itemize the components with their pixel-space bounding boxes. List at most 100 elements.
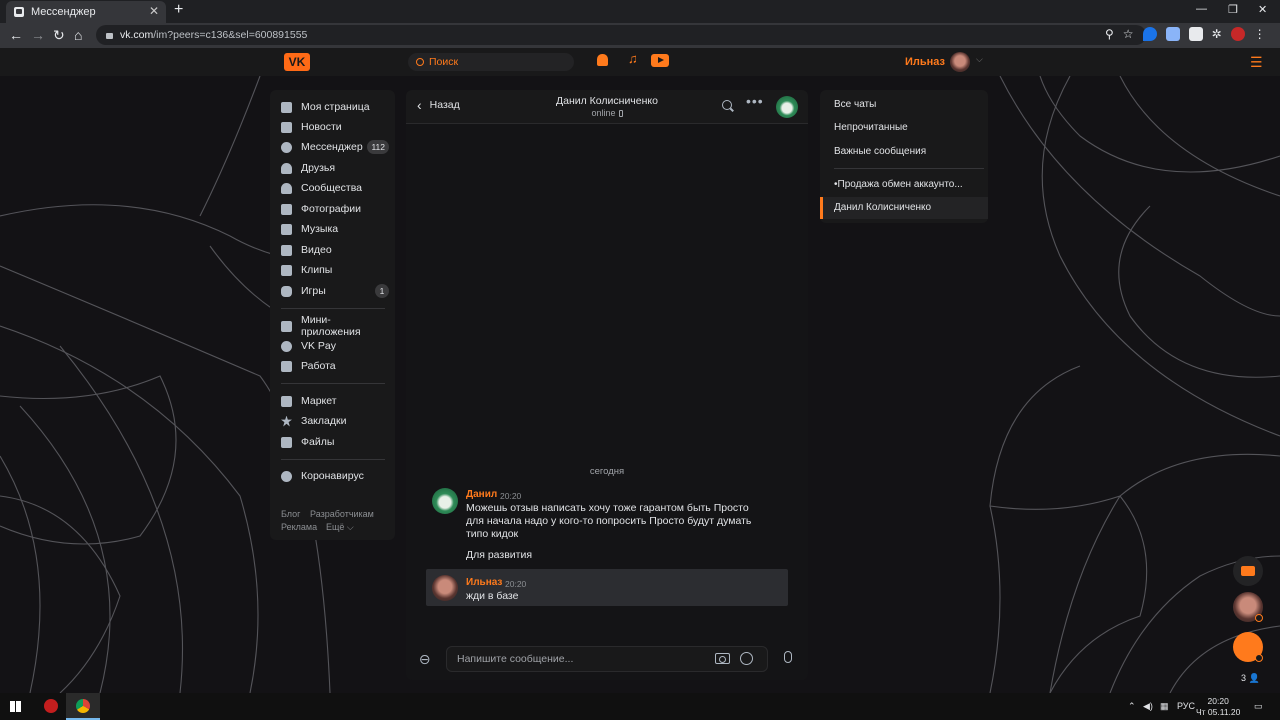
- emoji-icon[interactable]: [740, 652, 753, 665]
- chevron-down-icon[interactable]: ⌵: [976, 54, 983, 65]
- close-window-button[interactable]: ✕: [1258, 3, 1267, 16]
- heart-extension-icon[interactable]: [1142, 27, 1157, 41]
- message-author-avatar[interactable]: [432, 575, 458, 601]
- footer-link-more[interactable]: Ещё ⌵: [326, 522, 354, 533]
- chat-panel: ‹ Назад Данил Колисниченко online ••• се…: [406, 90, 808, 680]
- spider-app-icon[interactable]: [44, 699, 58, 713]
- paperclip-icon[interactable]: ⊘: [415, 649, 435, 669]
- clock-date: Чт 05.11.20: [1196, 707, 1241, 717]
- vpn-extension-icon[interactable]: [1165, 27, 1180, 41]
- sidebar-item-label: Коронавирус: [301, 470, 364, 482]
- sidebar-item-news[interactable]: Новости: [281, 118, 389, 136]
- lock-icon: [106, 33, 113, 39]
- search-placeholder: Поиск: [429, 56, 459, 68]
- new-tab-button[interactable]: +: [174, 1, 183, 19]
- peer-avatar[interactable]: [776, 96, 798, 118]
- back-arrow-icon[interactable]: ←: [9, 27, 23, 43]
- message-text: Можешь отзыв написать хочу тоже гарантом…: [466, 502, 751, 541]
- sidebar-item-photos[interactable]: Фотографии: [281, 200, 389, 218]
- sidebar-item-label: Работа: [301, 360, 336, 372]
- sidebar-item-friends[interactable]: Друзья: [281, 159, 389, 177]
- message-time[interactable]: 20:20: [500, 491, 521, 501]
- filter-important[interactable]: Важные сообщения: [834, 146, 926, 157]
- sidebar-item-video[interactable]: Видео: [281, 241, 389, 259]
- message-author[interactable]: Данил: [466, 489, 497, 500]
- sidebar-item-market[interactable]: Маркет: [281, 392, 389, 410]
- vk-logo[interactable]: VK: [284, 53, 310, 71]
- sidebar-item-label: Новости: [301, 121, 342, 133]
- volume-icon[interactable]: ◀): [1143, 701, 1153, 712]
- user-avatar[interactable]: [950, 52, 970, 72]
- sidebar-item-clips[interactable]: Клипы: [281, 261, 389, 279]
- url-field[interactable]: vk.com /im?peers=c136&sel=600891555: [96, 25, 1146, 45]
- zoom-icon[interactable]: ⚲: [1105, 27, 1114, 41]
- microphone-icon[interactable]: [784, 651, 792, 663]
- filter-divider: [834, 168, 984, 169]
- footer-link-blog[interactable]: Блог: [281, 509, 300, 519]
- search-icon: [416, 58, 424, 66]
- sidebar-item-my-page[interactable]: Моя страница: [281, 98, 389, 116]
- floating-camera-button[interactable]: [1233, 556, 1263, 586]
- vk-extension-icon[interactable]: [1188, 27, 1203, 41]
- sidebar-item-vk-pay[interactable]: VK Pay: [281, 337, 389, 355]
- search-icon[interactable]: [722, 100, 732, 110]
- user-name[interactable]: Ильназ: [905, 56, 945, 68]
- windows-taskbar: ⌃ ◀) ▦ РУС 20:20 Чт 05.11.20 ▭: [0, 693, 1280, 720]
- bookmark-star-icon[interactable]: ☆: [1123, 27, 1134, 41]
- sidebar-item-games[interactable]: Игры 1: [281, 282, 389, 300]
- sidebar-item-messenger[interactable]: Мессенджер 112: [281, 138, 389, 156]
- puzzle-icon[interactable]: ✲: [1212, 27, 1222, 41]
- sidebar-item-music[interactable]: Музыка: [281, 220, 389, 238]
- online-dot-icon: [1255, 654, 1263, 662]
- more-dots-icon[interactable]: •••: [746, 93, 764, 109]
- sidebar-item-files[interactable]: Файлы: [281, 433, 389, 451]
- message-text: Для развития: [466, 549, 533, 561]
- footer-link-ads[interactable]: Реклама: [281, 522, 317, 532]
- camera-icon[interactable]: [715, 653, 730, 664]
- video-play-icon[interactable]: [651, 54, 669, 67]
- restore-button[interactable]: ❐: [1228, 3, 1238, 16]
- filter-peer-chat[interactable]: Данил Колисниченко: [834, 202, 931, 213]
- tray-chevron-icon[interactable]: ⌃: [1128, 701, 1136, 712]
- message-author-avatar[interactable]: [432, 488, 458, 514]
- notifications-icon[interactable]: ▭: [1254, 701, 1263, 712]
- sidebar-item-bookmarks[interactable]: Закладки: [281, 412, 389, 430]
- language-indicator[interactable]: РУС: [1177, 701, 1195, 711]
- footer-link-developers[interactable]: Разработчикам: [310, 509, 374, 519]
- sidebar-item-communities[interactable]: Сообщества: [281, 179, 389, 197]
- online-counter[interactable]: 3 👤: [1241, 673, 1260, 684]
- filter-folder-chat[interactable]: •Продажа обмен аккаунто...: [834, 179, 963, 190]
- settings-sliders-icon[interactable]: ☰: [1250, 54, 1263, 71]
- filter-unread[interactable]: Непрочитанные: [834, 122, 908, 133]
- tab-close-icon[interactable]: ✕: [149, 4, 159, 18]
- reload-icon[interactable]: ↻: [53, 27, 65, 44]
- windows-start-icon[interactable]: [10, 701, 21, 712]
- sidebar-item-work[interactable]: Работа: [281, 357, 389, 375]
- minimize-button[interactable]: —: [1196, 3, 1207, 15]
- file-icon: [281, 436, 292, 448]
- message-time[interactable]: 20:20: [505, 579, 526, 589]
- forward-arrow-icon[interactable]: →: [31, 27, 45, 43]
- chrome-taskbar-icon[interactable]: [66, 693, 100, 720]
- network-icon[interactable]: ▦: [1160, 701, 1169, 712]
- bell-icon[interactable]: [597, 54, 608, 66]
- music-note-icon[interactable]: ♫: [628, 51, 638, 66]
- profile-icon[interactable]: [1230, 27, 1245, 41]
- vk-header: VK Поиск ♫ Ильназ ⌵ ☰: [0, 48, 1280, 76]
- browser-tab-bar: Мессенджер ✕ + — ❐ ✕: [0, 0, 1280, 23]
- sidebar-item-mini-apps[interactable]: Мини-приложения: [281, 314, 389, 338]
- system-clock[interactable]: 20:20 Чт 05.11.20: [1196, 696, 1240, 718]
- home-icon[interactable]: ⌂: [74, 27, 82, 43]
- search-input[interactable]: Поиск: [408, 53, 574, 71]
- kebab-menu-icon[interactable]: ⋮: [1254, 27, 1266, 41]
- message-author[interactable]: Ильназ: [466, 577, 502, 588]
- browser-tab[interactable]: Мессенджер ✕: [6, 1, 166, 23]
- messenger-favicon-icon: [14, 7, 24, 17]
- sidebar-item-label: Мессенджер: [301, 141, 363, 153]
- sidebar-item-label: Файлы: [301, 436, 335, 448]
- sidebar-item-coronavirus[interactable]: Коронавирус: [281, 467, 389, 485]
- bag-icon: [281, 395, 292, 407]
- camera-icon: [281, 203, 292, 215]
- video-icon: [281, 244, 292, 256]
- filter-all-chats[interactable]: Все чаты: [834, 99, 876, 110]
